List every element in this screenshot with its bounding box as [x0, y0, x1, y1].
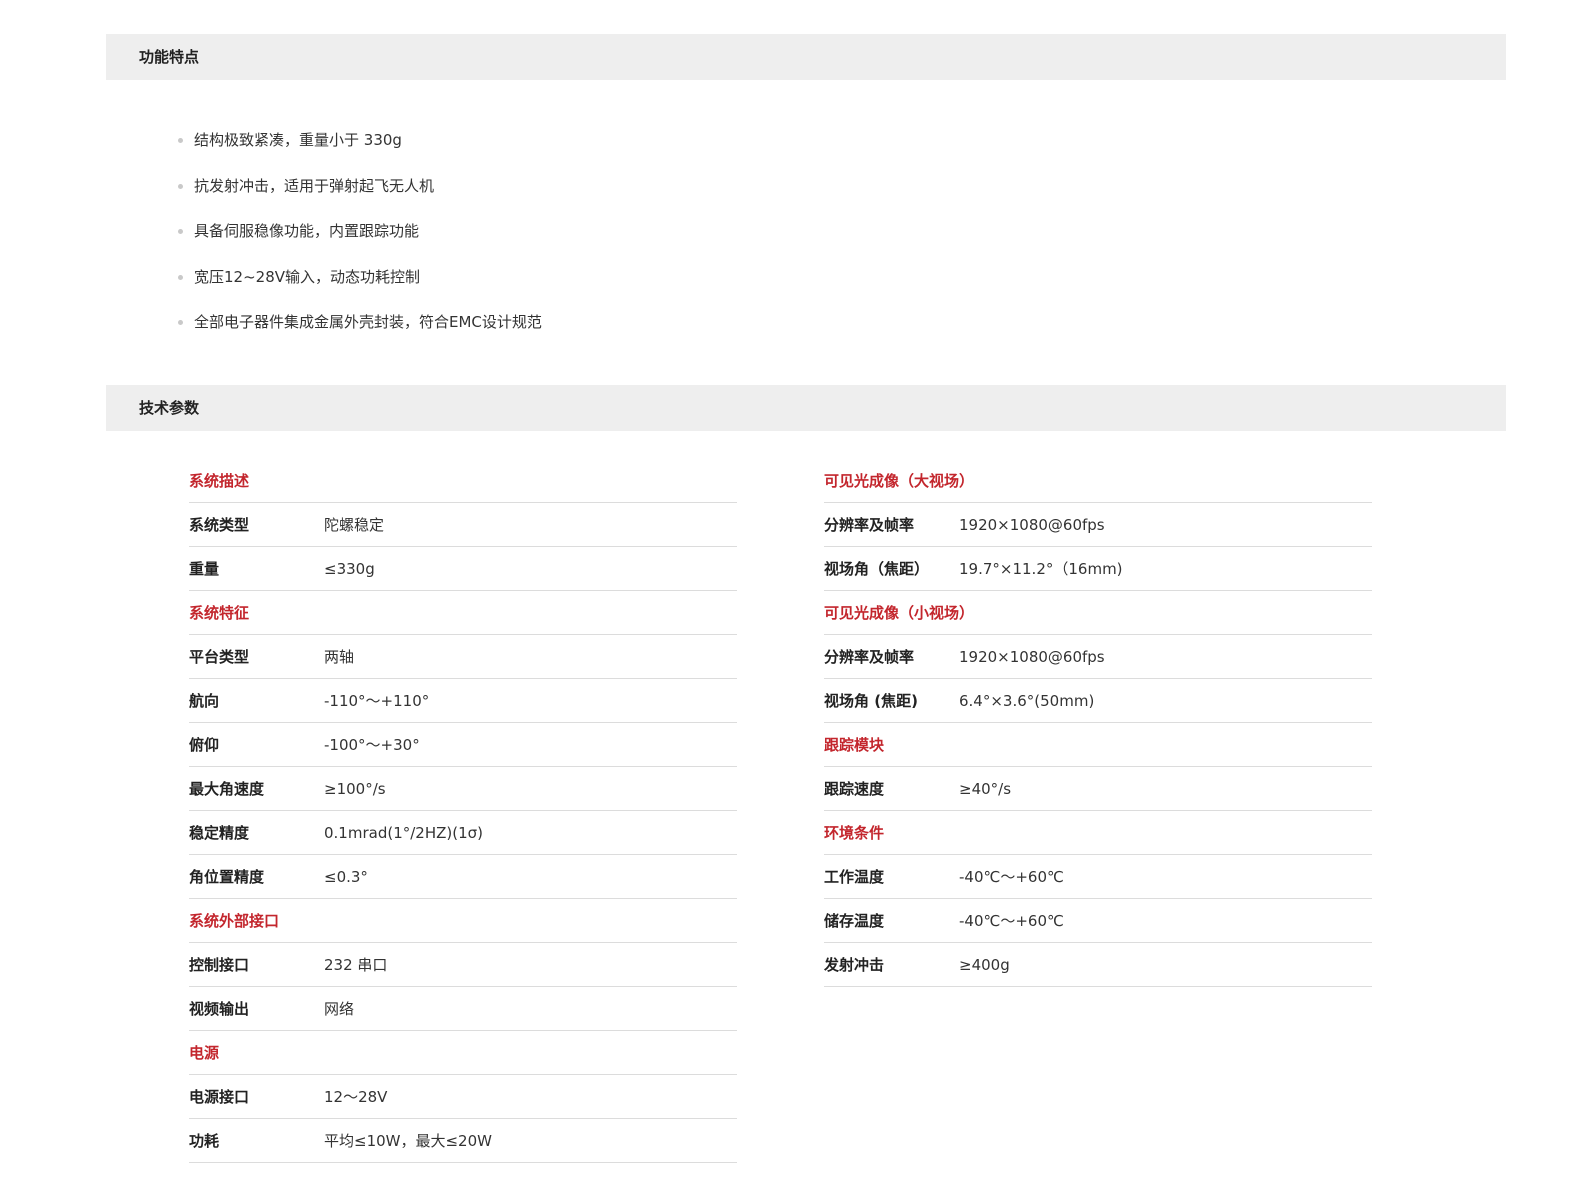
- spec-row: 控制接口 232 串口: [189, 943, 737, 987]
- spec-row: 视场角 (焦距) 6.4°×3.6°(50mm): [824, 679, 1372, 723]
- spec-row: 航向 -110°～+110°: [189, 679, 737, 723]
- spec-value: ≤0.3°: [324, 868, 368, 886]
- spec-key: 控制接口: [189, 956, 250, 974]
- spec-row: 储存温度 -40℃～+60℃: [824, 899, 1372, 943]
- spec-key: 分辨率及帧率: [824, 516, 915, 534]
- spec-value: 12～28V: [324, 1088, 388, 1106]
- spec-key: 跟踪速度: [824, 780, 885, 798]
- spec-key: 工作温度: [824, 868, 885, 886]
- spec-value: 1920×1080@60fps: [959, 648, 1105, 666]
- spec-group-title: 系统描述: [189, 459, 737, 503]
- spec-key: 航向: [189, 692, 220, 710]
- spec-key: 分辨率及帧率: [824, 648, 915, 666]
- feature-item: 抗发射冲击，适用于弹射起飞无人机: [178, 164, 542, 210]
- feature-item: 结构极致紧凑，重量小于 330g: [178, 118, 542, 164]
- spec-value: ≥400g: [959, 956, 1010, 974]
- spec-key: 重量: [189, 560, 220, 578]
- spec-value: ≥100°/s: [324, 780, 386, 798]
- spec-group-title: 跟踪模块: [824, 723, 1372, 767]
- spec-group-title: 电源: [189, 1031, 737, 1075]
- spec-key: 视场角（焦距）: [824, 560, 930, 578]
- bullet-icon: [178, 229, 183, 234]
- spec-key: 视频输出: [189, 1000, 250, 1018]
- spec-row: 重量 ≤330g: [189, 547, 737, 591]
- spec-key: 视场角 (焦距): [824, 692, 918, 710]
- spec-row: 功耗 平均≤10W，最大≤20W: [189, 1119, 737, 1163]
- spec-row: 稳定精度 0.1mrad(1°/2HZ)(1σ): [189, 811, 737, 855]
- spec-row: 系统类型 陀螺稳定: [189, 503, 737, 547]
- features-section-header: 功能特点: [106, 34, 1506, 80]
- spec-value: ≥40°/s: [959, 780, 1012, 798]
- spec-key: 功耗: [189, 1132, 220, 1150]
- spec-row: 俯仰 -100°～+30°: [189, 723, 737, 767]
- spec-value: -100°～+30°: [324, 736, 420, 754]
- bullet-icon: [178, 138, 183, 143]
- spec-row: 视场角（焦距） 19.7°×11.2°（16mm): [824, 547, 1372, 591]
- feature-item: 全部电子器件集成金属外壳封装，符合EMC设计规范: [178, 300, 542, 346]
- spec-key: 储存温度: [824, 912, 885, 930]
- spec-row: 工作温度 -40℃～+60℃: [824, 855, 1372, 899]
- spec-row: 分辨率及帧率 1920×1080@60fps: [824, 635, 1372, 679]
- spec-key: 电源接口: [189, 1088, 250, 1106]
- spec-row: 电源接口 12～28V: [189, 1075, 737, 1119]
- spec-row: 跟踪速度 ≥40°/s: [824, 767, 1372, 811]
- bullet-icon: [178, 320, 183, 325]
- spec-value: 平均≤10W，最大≤20W: [324, 1132, 492, 1150]
- spec-value: 232 串口: [324, 956, 388, 974]
- spec-key: 平台类型: [189, 648, 250, 666]
- spec-key: 稳定精度: [189, 824, 250, 842]
- spec-key: 系统类型: [189, 516, 250, 534]
- specs-section-title: 技术参数: [139, 399, 200, 417]
- spec-row: 平台类型 两轴: [189, 635, 737, 679]
- spec-value: ≤330g: [324, 560, 375, 578]
- spec-value: 两轴: [324, 648, 355, 666]
- feature-item: 具备伺服稳像功能，内置跟踪功能: [178, 209, 542, 255]
- feature-item: 宽压12~28V输入，动态功耗控制: [178, 255, 542, 301]
- spec-value: 网络: [324, 1000, 355, 1018]
- spec-group-title: 系统特征: [189, 591, 737, 635]
- spec-row: 最大角速度 ≥100°/s: [189, 767, 737, 811]
- spec-group-title: 可见光成像（小视场）: [824, 591, 1372, 635]
- spec-value: 0.1mrad(1°/2HZ)(1σ): [324, 824, 484, 842]
- spec-value: 1920×1080@60fps: [959, 516, 1105, 534]
- spec-group-title: 系统外部接口: [189, 899, 737, 943]
- spec-column-right: 可见光成像（大视场） 分辨率及帧率 1920×1080@60fps 视场角（焦距）…: [824, 459, 1372, 987]
- spec-row: 分辨率及帧率 1920×1080@60fps: [824, 503, 1372, 547]
- spec-group-title: 环境条件: [824, 811, 1372, 855]
- spec-value: -110°～+110°: [324, 692, 430, 710]
- spec-key: 发射冲击: [824, 956, 885, 974]
- spec-row: 发射冲击 ≥400g: [824, 943, 1372, 987]
- spec-value: 19.7°×11.2°（16mm): [959, 560, 1123, 578]
- spec-group-title: 可见光成像（大视场）: [824, 459, 1372, 503]
- bullet-icon: [178, 274, 183, 280]
- spec-column-left: 系统描述 系统类型 陀螺稳定 重量 ≤330g 系统特征 平台类型 两轴 航向 -110…: [189, 459, 737, 1163]
- feature-list: 结构极致紧凑，重量小于 330g 抗发射冲击，适用于弹射起飞无人机 具备伺服稳像…: [178, 118, 542, 346]
- features-section-title: 功能特点: [139, 48, 200, 66]
- spec-value: 6.4°×3.6°(50mm): [959, 692, 1095, 710]
- spec-row: 视频输出 网络: [189, 987, 737, 1031]
- spec-key: 俯仰: [189, 736, 220, 754]
- spec-key: 角位置精度: [189, 868, 265, 886]
- spec-value: -40℃～+60℃: [959, 868, 1064, 886]
- spec-value: 陀螺稳定: [324, 516, 385, 534]
- bullet-icon: [178, 183, 183, 189]
- spec-key: 最大角速度: [189, 780, 265, 798]
- spec-row: 角位置精度 ≤0.3°: [189, 855, 737, 899]
- specs-section-header: 技术参数: [106, 385, 1506, 431]
- spec-value: -40℃～+60℃: [959, 912, 1064, 930]
